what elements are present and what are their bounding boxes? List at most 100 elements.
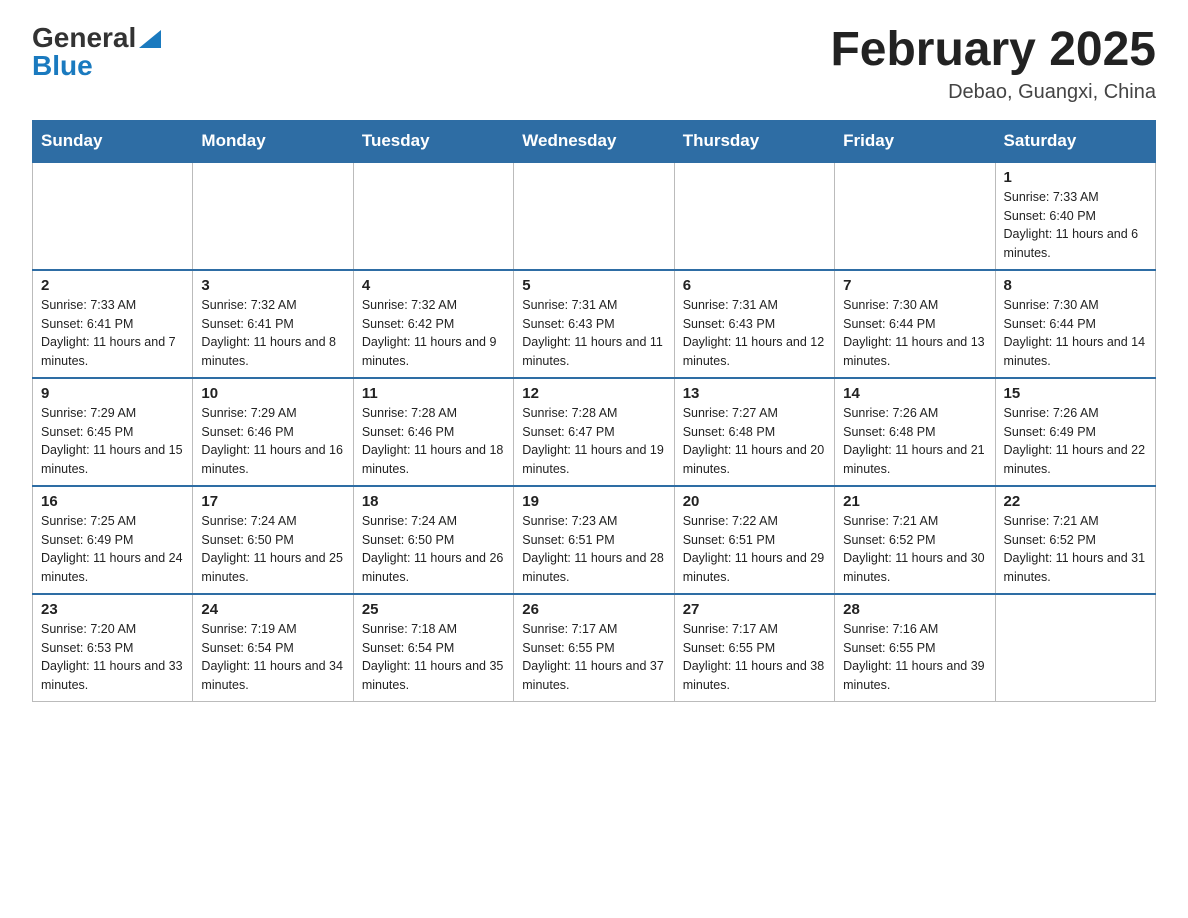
calendar-week-row: 2 Sunrise: 7:33 AMSunset: 6:41 PMDaylight… xyxy=(33,270,1156,378)
table-row: 11 Sunrise: 7:28 AMSunset: 6:46 PMDayligh… xyxy=(353,378,513,486)
table-row: 7 Sunrise: 7:30 AMSunset: 6:44 PMDaylight… xyxy=(835,270,995,378)
col-tuesday: Tuesday xyxy=(353,120,513,162)
day-number: 27 xyxy=(683,601,826,618)
logo-general: General xyxy=(32,24,136,52)
day-number: 23 xyxy=(41,601,184,618)
day-number: 24 xyxy=(201,601,344,618)
day-info: Sunrise: 7:28 AMSunset: 6:47 PMDaylight:… xyxy=(522,404,665,479)
day-number: 2 xyxy=(41,277,184,294)
table-row: 15 Sunrise: 7:26 AMSunset: 6:49 PMDayligh… xyxy=(995,378,1155,486)
calendar-week-row: 23 Sunrise: 7:20 AMSunset: 6:53 PMDayligh… xyxy=(33,594,1156,702)
col-monday: Monday xyxy=(193,120,353,162)
day-number: 28 xyxy=(843,601,986,618)
day-info: Sunrise: 7:18 AMSunset: 6:54 PMDaylight:… xyxy=(362,620,505,695)
logo: General Blue xyxy=(32,24,161,80)
table-row: 10 Sunrise: 7:29 AMSunset: 6:46 PMDayligh… xyxy=(193,378,353,486)
day-number: 10 xyxy=(201,385,344,402)
table-row: 8 Sunrise: 7:30 AMSunset: 6:44 PMDaylight… xyxy=(995,270,1155,378)
month-title: February 2025 xyxy=(830,24,1156,77)
table-row xyxy=(33,162,193,270)
table-row: 1 Sunrise: 7:33 AMSunset: 6:40 PMDaylight… xyxy=(995,162,1155,270)
day-info: Sunrise: 7:27 AMSunset: 6:48 PMDaylight:… xyxy=(683,404,826,479)
table-row: 12 Sunrise: 7:28 AMSunset: 6:47 PMDayligh… xyxy=(514,378,674,486)
day-info: Sunrise: 7:16 AMSunset: 6:55 PMDaylight:… xyxy=(843,620,986,695)
table-row: 14 Sunrise: 7:26 AMSunset: 6:48 PMDayligh… xyxy=(835,378,995,486)
table-row: 18 Sunrise: 7:24 AMSunset: 6:50 PMDayligh… xyxy=(353,486,513,594)
calendar-week-row: 1 Sunrise: 7:33 AMSunset: 6:40 PMDaylight… xyxy=(33,162,1156,270)
day-number: 8 xyxy=(1004,277,1147,294)
day-number: 21 xyxy=(843,493,986,510)
col-wednesday: Wednesday xyxy=(514,120,674,162)
day-info: Sunrise: 7:19 AMSunset: 6:54 PMDaylight:… xyxy=(201,620,344,695)
day-info: Sunrise: 7:33 AMSunset: 6:41 PMDaylight:… xyxy=(41,296,184,371)
day-number: 15 xyxy=(1004,385,1147,402)
day-number: 12 xyxy=(522,385,665,402)
col-saturday: Saturday xyxy=(995,120,1155,162)
table-row: 5 Sunrise: 7:31 AMSunset: 6:43 PMDaylight… xyxy=(514,270,674,378)
day-number: 14 xyxy=(843,385,986,402)
day-info: Sunrise: 7:25 AMSunset: 6:49 PMDaylight:… xyxy=(41,512,184,587)
day-info: Sunrise: 7:31 AMSunset: 6:43 PMDaylight:… xyxy=(683,296,826,371)
table-row xyxy=(674,162,834,270)
day-number: 3 xyxy=(201,277,344,294)
day-info: Sunrise: 7:17 AMSunset: 6:55 PMDaylight:… xyxy=(683,620,826,695)
calendar-week-row: 9 Sunrise: 7:29 AMSunset: 6:45 PMDaylight… xyxy=(33,378,1156,486)
table-row: 9 Sunrise: 7:29 AMSunset: 6:45 PMDaylight… xyxy=(33,378,193,486)
day-number: 25 xyxy=(362,601,505,618)
title-section: February 2025 Debao, Guangxi, China xyxy=(830,24,1156,104)
calendar-header-row: Sunday Monday Tuesday Wednesday Thursday… xyxy=(33,120,1156,162)
logo-blue: Blue xyxy=(32,52,93,80)
day-info: Sunrise: 7:26 AMSunset: 6:49 PMDaylight:… xyxy=(1004,404,1147,479)
location: Debao, Guangxi, China xyxy=(830,81,1156,104)
col-thursday: Thursday xyxy=(674,120,834,162)
table-row: 25 Sunrise: 7:18 AMSunset: 6:54 PMDayligh… xyxy=(353,594,513,702)
day-info: Sunrise: 7:26 AMSunset: 6:48 PMDaylight:… xyxy=(843,404,986,479)
table-row: 16 Sunrise: 7:25 AMSunset: 6:49 PMDayligh… xyxy=(33,486,193,594)
table-row: 27 Sunrise: 7:17 AMSunset: 6:55 PMDayligh… xyxy=(674,594,834,702)
day-info: Sunrise: 7:30 AMSunset: 6:44 PMDaylight:… xyxy=(843,296,986,371)
day-info: Sunrise: 7:24 AMSunset: 6:50 PMDaylight:… xyxy=(201,512,344,587)
table-row: 26Sunrise: 7:17 AMSunset: 6:55 PMDayligh… xyxy=(514,594,674,702)
day-number: 11 xyxy=(362,385,505,402)
table-row: 13Sunrise: 7:27 AMSunset: 6:48 PMDayligh… xyxy=(674,378,834,486)
day-info: Sunrise: 7:23 AMSunset: 6:51 PMDaylight:… xyxy=(522,512,665,587)
day-info: Sunrise: 7:22 AMSunset: 6:51 PMDaylight:… xyxy=(683,512,826,587)
table-row: 20 Sunrise: 7:22 AMSunset: 6:51 PMDayligh… xyxy=(674,486,834,594)
table-row: 2 Sunrise: 7:33 AMSunset: 6:41 PMDaylight… xyxy=(33,270,193,378)
day-number: 5 xyxy=(522,277,665,294)
calendar-week-row: 16 Sunrise: 7:25 AMSunset: 6:49 PMDayligh… xyxy=(33,486,1156,594)
day-number: 20 xyxy=(683,493,826,510)
day-info: Sunrise: 7:29 AMSunset: 6:45 PMDaylight:… xyxy=(41,404,184,479)
table-row: 21 Sunrise: 7:21 AMSunset: 6:52 PMDayligh… xyxy=(835,486,995,594)
logo-triangle-icon xyxy=(139,30,161,48)
day-info: Sunrise: 7:33 AMSunset: 6:40 PMDaylight:… xyxy=(1004,188,1147,263)
day-info: Sunrise: 7:24 AMSunset: 6:50 PMDaylight:… xyxy=(362,512,505,587)
day-number: 19 xyxy=(522,493,665,510)
day-number: 16 xyxy=(41,493,184,510)
table-row xyxy=(514,162,674,270)
table-row xyxy=(995,594,1155,702)
table-row: 22 Sunrise: 7:21 AMSunset: 6:52 PMDayligh… xyxy=(995,486,1155,594)
day-info: Sunrise: 7:21 AMSunset: 6:52 PMDaylight:… xyxy=(1004,512,1147,587)
day-info: Sunrise: 7:29 AMSunset: 6:46 PMDaylight:… xyxy=(201,404,344,479)
table-row xyxy=(193,162,353,270)
day-info: Sunrise: 7:28 AMSunset: 6:46 PMDaylight:… xyxy=(362,404,505,479)
day-number: 6 xyxy=(683,277,826,294)
table-row: 28 Sunrise: 7:16 AMSunset: 6:55 PMDayligh… xyxy=(835,594,995,702)
day-info: Sunrise: 7:20 AMSunset: 6:53 PMDaylight:… xyxy=(41,620,184,695)
day-info: Sunrise: 7:31 AMSunset: 6:43 PMDaylight:… xyxy=(522,296,665,371)
col-friday: Friday xyxy=(835,120,995,162)
table-row: 6 Sunrise: 7:31 AMSunset: 6:43 PMDaylight… xyxy=(674,270,834,378)
day-info: Sunrise: 7:30 AMSunset: 6:44 PMDaylight:… xyxy=(1004,296,1147,371)
day-number: 18 xyxy=(362,493,505,510)
day-number: 4 xyxy=(362,277,505,294)
table-row: 17Sunrise: 7:24 AMSunset: 6:50 PMDayligh… xyxy=(193,486,353,594)
day-info: Sunrise: 7:21 AMSunset: 6:52 PMDaylight:… xyxy=(843,512,986,587)
day-number: 9 xyxy=(41,385,184,402)
table-row: 19 Sunrise: 7:23 AMSunset: 6:51 PMDayligh… xyxy=(514,486,674,594)
table-row: 24 Sunrise: 7:19 AMSunset: 6:54 PMDayligh… xyxy=(193,594,353,702)
day-number: 7 xyxy=(843,277,986,294)
day-number: 26 xyxy=(522,601,665,618)
day-number: 1 xyxy=(1004,169,1147,186)
day-number: 22 xyxy=(1004,493,1147,510)
